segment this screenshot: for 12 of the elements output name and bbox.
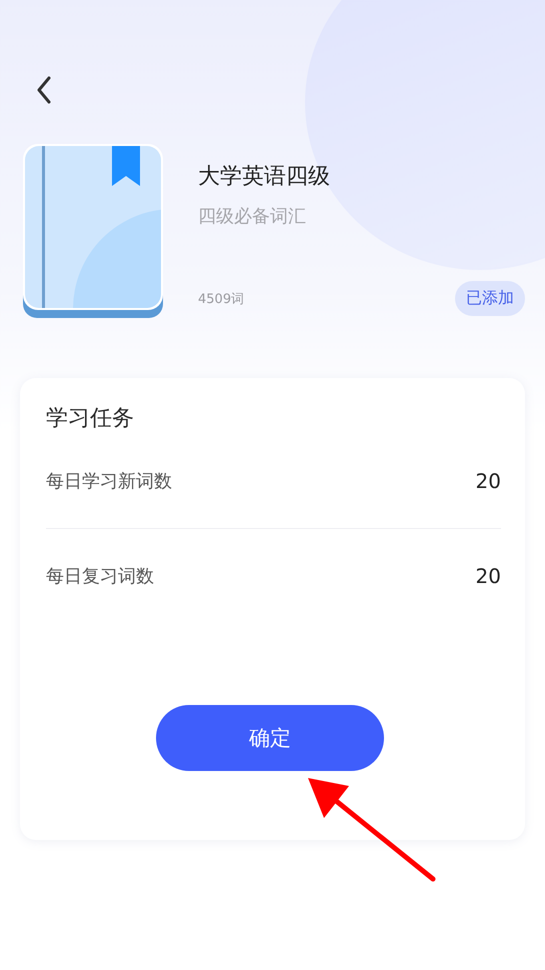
setting-label: 每日复习词数 [46, 565, 154, 588]
status-badge: 已添加 [455, 281, 525, 316]
setting-value[interactable]: 20 [476, 469, 501, 493]
setting-value[interactable]: 20 [476, 564, 501, 588]
confirm-button[interactable]: 确定 [156, 705, 384, 771]
card-title: 学习任务 [46, 405, 135, 433]
setting-label: 每日学习新词数 [46, 470, 172, 493]
word-count: 4509词 [198, 290, 244, 308]
book-cover-icon [23, 144, 163, 318]
book-subtitle: 四级必备词汇 [198, 205, 307, 229]
back-icon[interactable] [37, 76, 51, 104]
book-title: 大学英语四级 [198, 163, 331, 191]
